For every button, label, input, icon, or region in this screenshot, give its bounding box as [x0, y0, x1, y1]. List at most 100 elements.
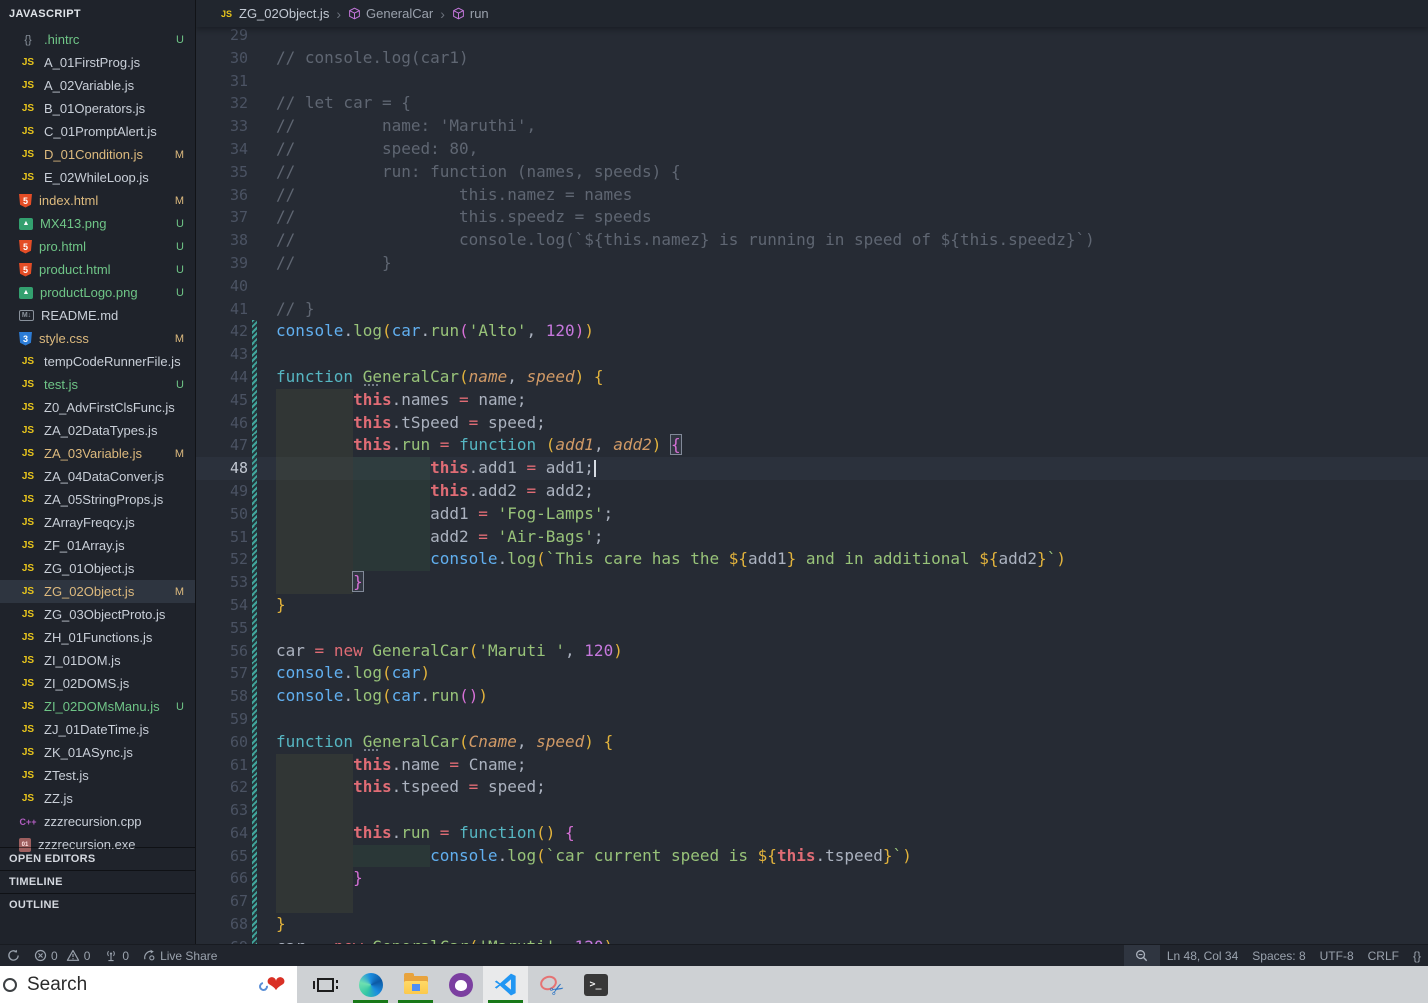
code-line[interactable]: 59: [196, 708, 1428, 731]
code-line[interactable]: 64 this.run = function() {: [196, 822, 1428, 845]
sync-button[interactable]: [0, 945, 27, 966]
code-line[interactable]: 56car = new GeneralCar('Maruti ', 120): [196, 640, 1428, 663]
indentation-indicator[interactable]: Spaces: 8: [1245, 945, 1312, 966]
file-row[interactable]: JSZI_01DOM.js: [0, 649, 195, 672]
eol-indicator[interactable]: CRLF: [1361, 945, 1406, 966]
file-explorer-button[interactable]: [393, 966, 438, 1003]
code-line[interactable]: 47 this.run = function (add1, add2) {: [196, 434, 1428, 457]
code-line[interactable]: 38// console.log(`${this.namez} is runni…: [196, 229, 1428, 252]
breadcrumb-item[interactable]: GeneralCar: [348, 6, 433, 21]
code-line[interactable]: 61 this.name = Cname;: [196, 754, 1428, 777]
taskbar-search[interactable]: Search ❤: [0, 966, 297, 1003]
code-line[interactable]: 57console.log(car): [196, 662, 1428, 685]
code-line[interactable]: 46 this.tSpeed = speed;: [196, 412, 1428, 435]
breadcrumb-item[interactable]: JSZG_02Object.js: [219, 6, 329, 21]
health-app-button[interactable]: ❤: [255, 973, 297, 996]
file-row[interactable]: JSZ0_AdvFirstClsFunc.js: [0, 396, 195, 419]
cursor-position[interactable]: Ln 48, Col 34: [1160, 945, 1245, 966]
code-line[interactable]: 33// name: 'Maruthi',: [196, 115, 1428, 138]
code-line[interactable]: 36// this.namez = names: [196, 184, 1428, 207]
file-row[interactable]: JSZTest.js: [0, 764, 195, 787]
file-row[interactable]: JSZI_02DOMsManu.jsU: [0, 695, 195, 718]
file-row[interactable]: 5product.htmlU: [0, 258, 195, 281]
code-line[interactable]: 49 this.add2 = add2;: [196, 480, 1428, 503]
file-row[interactable]: 5pro.htmlU: [0, 235, 195, 258]
code-line[interactable]: 67: [196, 890, 1428, 913]
code-line[interactable]: 32// let car = {: [196, 92, 1428, 115]
code-line[interactable]: 58console.log(car.run()): [196, 685, 1428, 708]
section-outline[interactable]: OUTLINE: [0, 893, 195, 916]
section-timeline[interactable]: TIMELINE: [0, 870, 195, 893]
code-line[interactable]: 31: [196, 70, 1428, 93]
file-row[interactable]: JSZA_02DataTypes.js: [0, 419, 195, 442]
code-line[interactable]: 50 add1 = 'Fog-Lamps';: [196, 503, 1428, 526]
code-line[interactable]: 65 console.log(`car current speed is ${t…: [196, 845, 1428, 868]
breadcrumb-item[interactable]: run: [452, 6, 489, 21]
zoom-indicator[interactable]: [1124, 945, 1160, 966]
explorer-section-header[interactable]: JAVASCRIPT: [0, 0, 195, 28]
ports-button[interactable]: 0: [97, 945, 136, 966]
file-row[interactable]: JSA_02Variable.js: [0, 74, 195, 97]
github-desktop-button[interactable]: [438, 966, 483, 1003]
code-line[interactable]: 42console.log(car.run('Alto', 120)): [196, 320, 1428, 343]
file-row[interactable]: JSZA_05StringProps.js: [0, 488, 195, 511]
file-row[interactable]: JSB_01Operators.js: [0, 97, 195, 120]
code-line[interactable]: 63: [196, 799, 1428, 822]
file-row[interactable]: JSC_01PromptAlert.js: [0, 120, 195, 143]
problems-button[interactable]: 0 0: [27, 945, 97, 966]
live-share-button[interactable]: Live Share: [136, 945, 224, 966]
file-row[interactable]: M↓README.md: [0, 304, 195, 327]
code-line[interactable]: 40: [196, 275, 1428, 298]
code-line[interactable]: 44function GeneralCar(name, speed) {: [196, 366, 1428, 389]
file-row[interactable]: JSZA_03Variable.jsM: [0, 442, 195, 465]
file-row[interactable]: JSZH_01Functions.js: [0, 626, 195, 649]
code-line[interactable]: 54}: [196, 594, 1428, 617]
code-line[interactable]: 30// console.log(car1): [196, 47, 1428, 70]
code-line[interactable]: 68}: [196, 913, 1428, 936]
code-line[interactable]: 53 }: [196, 571, 1428, 594]
file-row[interactable]: JSA_01FirstProg.js: [0, 51, 195, 74]
file-row[interactable]: JSZI_02DOMS.js: [0, 672, 195, 695]
code-area[interactable]: 2930// console.log(car1)3132// let car =…: [196, 24, 1428, 944]
code-line[interactable]: 35// run: function (names, speeds) {: [196, 161, 1428, 184]
task-view-button[interactable]: [303, 966, 348, 1003]
file-row[interactable]: 5index.htmlM: [0, 189, 195, 212]
edge-button[interactable]: [348, 966, 393, 1003]
code-line[interactable]: 48 this.add1 = add1;: [196, 457, 1428, 480]
code-line[interactable]: 39// }: [196, 252, 1428, 275]
file-row[interactable]: JSZJ_01DateTime.js: [0, 718, 195, 741]
file-row[interactable]: JSZG_02Object.jsM: [0, 580, 195, 603]
code-line[interactable]: 62 this.tspeed = speed;: [196, 776, 1428, 799]
code-line[interactable]: 51 add2 = 'Air-Bags';: [196, 526, 1428, 549]
code-line[interactable]: 66 }: [196, 867, 1428, 890]
encoding-indicator[interactable]: UTF-8: [1313, 945, 1361, 966]
code-line[interactable]: 60function GeneralCar(Cname, speed) {: [196, 731, 1428, 754]
file-row[interactable]: 3style.cssM: [0, 327, 195, 350]
snip-sketch-button[interactable]: ✂: [528, 966, 573, 1003]
language-mode-indicator[interactable]: {}: [1406, 945, 1428, 966]
file-row[interactable]: {}.hintrcU: [0, 28, 195, 51]
file-row[interactable]: JStest.jsU: [0, 373, 195, 396]
file-row[interactable]: JSZK_01ASync.js: [0, 741, 195, 764]
code-line[interactable]: 69car = new GeneralCar('Maruti', 120): [196, 936, 1428, 944]
terminal-button[interactable]: >_: [573, 966, 618, 1003]
file-row[interactable]: JSE_02WhileLoop.js: [0, 166, 195, 189]
file-row[interactable]: JSZG_03ObjectProto.js: [0, 603, 195, 626]
file-row[interactable]: ▲MX413.pngU: [0, 212, 195, 235]
code-line[interactable]: 37// this.speedz = speeds: [196, 206, 1428, 229]
code-line[interactable]: 43: [196, 343, 1428, 366]
code-line[interactable]: 34// speed: 80,: [196, 138, 1428, 161]
code-line[interactable]: 45 this.names = name;: [196, 389, 1428, 412]
section-open-editors[interactable]: OPEN EDITORS: [0, 847, 195, 870]
file-row[interactable]: JSZG_01Object.js: [0, 557, 195, 580]
file-row[interactable]: JSZF_01Array.js: [0, 534, 195, 557]
file-row[interactable]: JStempCodeRunnerFile.js: [0, 350, 195, 373]
vscode-button[interactable]: [483, 966, 528, 1003]
code-line[interactable]: 29: [196, 24, 1428, 47]
code-line[interactable]: 41// }: [196, 298, 1428, 321]
file-row[interactable]: JSD_01Condition.jsM: [0, 143, 195, 166]
file-row[interactable]: JSZA_04DataConver.js: [0, 465, 195, 488]
file-row[interactable]: JSZZ.js: [0, 787, 195, 810]
file-row[interactable]: C++zzzrecursion.cpp: [0, 810, 195, 833]
code-line[interactable]: 52 console.log(`This care has the ${add1…: [196, 548, 1428, 571]
